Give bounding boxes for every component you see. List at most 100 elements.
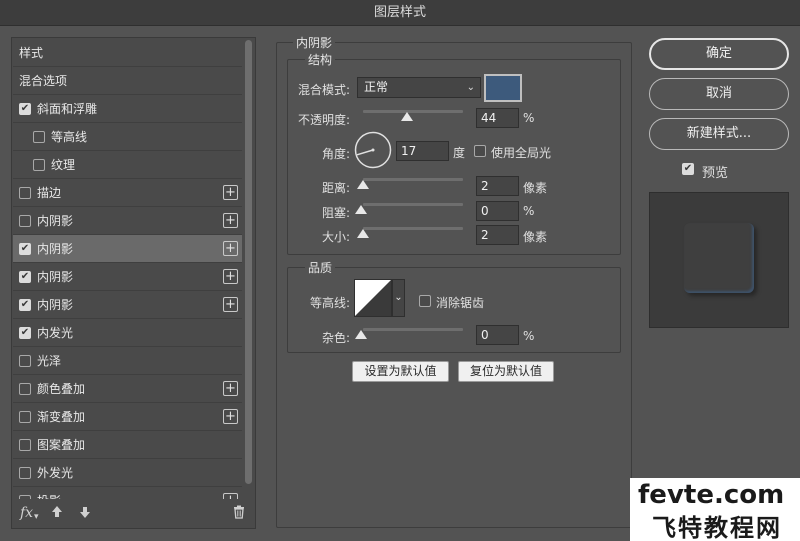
style-checkbox[interactable] [19, 382, 31, 395]
angle-unit: 度 [453, 146, 466, 160]
size-slider-handle[interactable] [357, 229, 369, 238]
inner-shadow-title: 内阴影 [293, 34, 336, 51]
style-list-item[interactable]: 渐变叠加 + [13, 403, 242, 431]
add-effect-icon[interactable]: + [223, 381, 238, 396]
watermark-logo: fevte.com 飞特教程网 [630, 478, 800, 541]
opacity-slider-handle[interactable] [401, 112, 413, 121]
contour-preview[interactable] [354, 279, 392, 317]
noise-slider-track[interactable] [363, 328, 463, 331]
choke-slider-track[interactable] [363, 203, 463, 206]
antialias-label: 消除锯齿 [436, 296, 485, 310]
style-checkbox[interactable]: ✔ [19, 242, 31, 255]
noise-field[interactable]: 0 [476, 325, 519, 345]
distance-slider-handle[interactable] [357, 180, 369, 189]
style-list-item[interactable]: 内阴影 + [13, 207, 242, 235]
style-list-item[interactable]: 混合选项 [13, 67, 242, 95]
style-list-item[interactable]: ✔ 内阴影 + [13, 235, 242, 263]
choke-field[interactable]: 0 [476, 201, 519, 221]
global-light-checkbox[interactable] [474, 145, 486, 157]
size-label: 大小: [321, 230, 350, 244]
trash-icon[interactable] [232, 504, 246, 524]
style-checkbox[interactable]: ✔ [19, 326, 31, 339]
angle-field[interactable]: 17 [396, 141, 449, 161]
style-list-item[interactable]: 光泽 [13, 347, 242, 375]
angle-dial[interactable] [354, 131, 392, 172]
style-list-item-label: 内阴影 [37, 242, 74, 256]
antialias-checkbox[interactable] [419, 295, 431, 307]
style-list-item[interactable]: ✔ 内发光 [13, 319, 242, 347]
add-effect-icon[interactable]: + [223, 493, 238, 499]
shadow-color-swatch[interactable] [484, 74, 522, 102]
style-checkbox[interactable] [33, 130, 45, 143]
add-effect-icon[interactable]: + [223, 269, 238, 284]
style-list-item-label: 等高线 [51, 130, 88, 144]
set-default-button[interactable]: 设置为默认值 [352, 361, 449, 382]
ok-button[interactable]: 确定 [649, 38, 789, 70]
arrow-down-icon[interactable] [78, 504, 92, 524]
fx-button[interactable]: fx [20, 505, 33, 521]
distance-slider-track[interactable] [363, 178, 463, 181]
style-list-item-label: 外发光 [37, 466, 74, 480]
opacity-field[interactable]: 44 [476, 108, 519, 128]
distance-unit: 像素 [523, 181, 548, 195]
style-checkbox[interactable] [19, 186, 31, 199]
style-list-item[interactable]: 颜色叠加 + [13, 375, 242, 403]
opacity-label: 不透明度: [297, 113, 350, 127]
style-list-item[interactable]: 外发光 [13, 459, 242, 487]
style-checkbox[interactable] [19, 410, 31, 423]
opacity-slider-track[interactable] [363, 110, 463, 113]
style-list-item[interactable]: 图案叠加 [13, 431, 242, 459]
style-checkbox[interactable] [19, 354, 31, 367]
styles-list-scrollbar[interactable] [243, 40, 253, 496]
window-title-bar: 图层样式 [0, 0, 800, 26]
style-list-item[interactable]: ✔ 内阴影 + [13, 291, 242, 319]
add-effect-icon[interactable]: + [223, 297, 238, 312]
style-list-item[interactable]: 纹理 [13, 151, 242, 179]
cancel-button[interactable]: 取消 [649, 78, 789, 110]
style-checkbox[interactable] [19, 494, 31, 499]
size-unit: 像素 [523, 230, 548, 244]
contour-dropdown[interactable]: ⌄ [392, 279, 405, 317]
style-checkbox[interactable]: ✔ [19, 270, 31, 283]
size-slider-track[interactable] [363, 227, 463, 230]
new-style-button[interactable]: 新建样式... [649, 118, 789, 150]
arrow-up-icon[interactable] [50, 504, 64, 524]
blend-mode-label: 混合模式: [297, 83, 350, 97]
style-checkbox[interactable]: ✔ [19, 298, 31, 311]
window-title: 图层样式 [373, 5, 426, 20]
style-checkbox[interactable] [19, 466, 31, 479]
style-checkbox[interactable] [33, 158, 45, 171]
style-checkbox[interactable] [19, 214, 31, 227]
style-list-item[interactable]: 投影 + [13, 487, 242, 499]
distance-field[interactable]: 2 [476, 176, 519, 196]
styles-list: 样式 混合选项 ✔ 斜面和浮雕 等高线 纹理 描边 + 内阴影 + ✔ 内阴影 + ✔ 内阴影 + ✔ 内阴影 + ✔… [13, 39, 242, 499]
choke-slider-handle[interactable] [355, 205, 367, 214]
reset-default-button[interactable]: 复位为默认值 [458, 361, 554, 382]
scrollbar-thumb[interactable] [245, 40, 252, 484]
add-effect-icon[interactable]: + [223, 185, 238, 200]
style-list-item[interactable]: 样式 [13, 39, 242, 67]
style-checkbox[interactable] [19, 438, 31, 451]
blend-mode-select[interactable]: 正常 ⌄ [357, 77, 481, 98]
size-field[interactable]: 2 [476, 225, 519, 245]
style-list-item[interactable]: 等高线 [13, 123, 242, 151]
structure-title: 结构 [305, 51, 336, 68]
global-light-label: 使用全局光 [491, 146, 552, 160]
preview-checkbox[interactable]: ✔ [682, 163, 694, 175]
style-list-item-label: 内阴影 [37, 270, 74, 284]
style-list-item[interactable]: ✔ 内阴影 + [13, 263, 242, 291]
distance-label: 距离: [321, 181, 350, 195]
style-checkbox[interactable]: ✔ [19, 102, 31, 115]
add-effect-icon[interactable]: + [223, 213, 238, 228]
style-list-item[interactable]: ✔ 斜面和浮雕 [13, 95, 242, 123]
style-list-item-label: 光泽 [37, 354, 62, 368]
add-effect-icon[interactable]: + [223, 241, 238, 256]
noise-slider-handle[interactable] [355, 330, 367, 339]
style-list-item-label: 颜色叠加 [37, 382, 86, 396]
fx-dropdown-dot: ▾ [34, 512, 39, 522]
add-effect-icon[interactable]: + [223, 409, 238, 424]
style-list-item[interactable]: 描边 + [13, 179, 242, 207]
preview-swatch [684, 223, 754, 293]
quality-title: 品质 [305, 259, 336, 276]
angle-label: 角度: [321, 147, 350, 161]
